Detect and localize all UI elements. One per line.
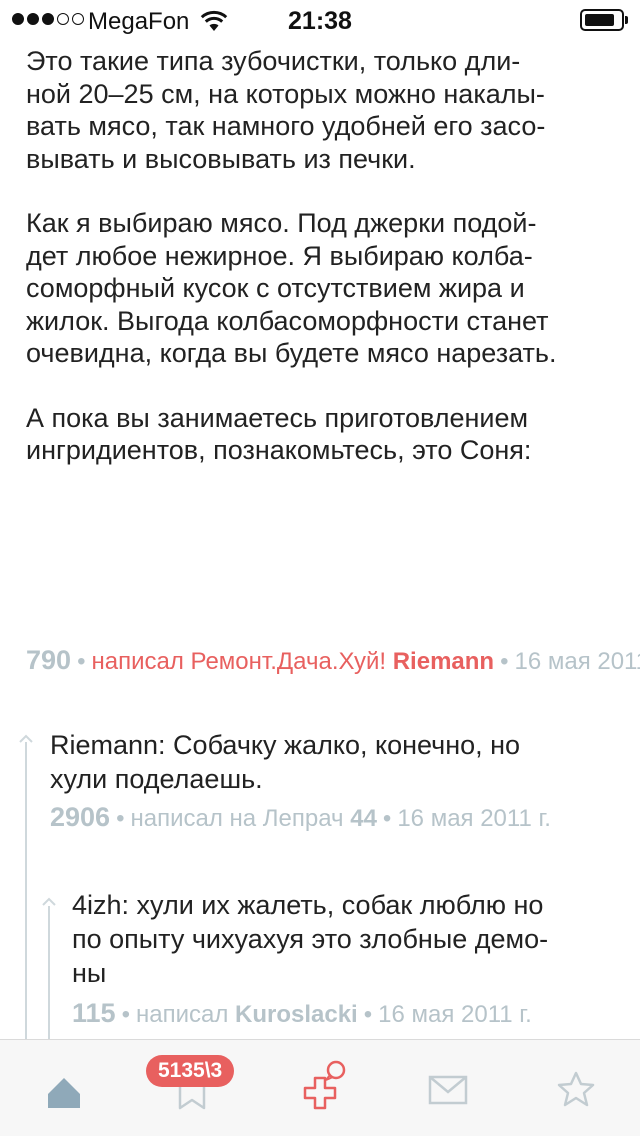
- text-line: ны: [72, 958, 107, 988]
- post-paragraph: Как я выбираю мясо. Под джерки подой- де…: [26, 207, 626, 370]
- text-line: ингридиентов, познакомьтесь, это Соня:: [26, 435, 532, 465]
- comment-author-karma[interactable]: 44: [350, 805, 377, 832]
- status-bar: MegaFon 21:38: [0, 0, 640, 40]
- post-rating[interactable]: 790: [26, 645, 71, 675]
- comment-thread-line: [25, 742, 27, 1042]
- separator: •: [77, 648, 86, 675]
- add-post-icon: [303, 1060, 346, 1110]
- comment-date: 16 мая 2011 г.: [378, 1001, 532, 1028]
- text-line: ной 20–25 см, на которых можно накалы-: [26, 78, 545, 109]
- home-icon: [48, 1078, 80, 1108]
- tab-favorites[interactable]: [512, 1040, 640, 1136]
- comment-meta: 115 • написал Kuroslacki • 16 мая 2011 г.: [72, 998, 532, 1029]
- parent-comment-arrow-icon[interactable]: [42, 896, 56, 910]
- comment-text: 4izh: хули их жалеть, собак люблю но по …: [72, 888, 548, 990]
- tab-bar: [0, 1039, 640, 1136]
- text-line: Это такие типа зубочистки, только дли-: [26, 46, 521, 76]
- star-icon: [557, 1071, 595, 1107]
- battery-level: [585, 14, 614, 26]
- battery-cap: [625, 16, 628, 24]
- comment-date: 16 мая 2011 г.: [397, 805, 551, 832]
- comment-rating[interactable]: 115: [72, 998, 116, 1028]
- text-line: 4izh: хули их жалеть, собак люблю но: [72, 890, 544, 920]
- post-paragraph: Это такие типа зубочистки, только дли- н…: [26, 45, 626, 175]
- clock: 21:38: [288, 7, 352, 35]
- comment-text: Riemann: Собачку жалко, конечно, но хули…: [50, 728, 520, 796]
- separator: •: [363, 1001, 373, 1028]
- tab-home[interactable]: [0, 1040, 128, 1136]
- text-line: Riemann: Собачку жалко, конечно, но: [50, 730, 521, 760]
- text-line: очевидна, когда вы будете мясо нарезать.: [26, 338, 557, 368]
- separator: •: [382, 805, 392, 832]
- comment-rating[interactable]: 2906: [50, 802, 110, 832]
- text-line: вать мясо, так намного удобней его засо-: [26, 111, 546, 141]
- tab-add-post[interactable]: [256, 1040, 384, 1136]
- separator: •: [500, 648, 509, 675]
- comment-thread-line: [48, 906, 50, 1042]
- separator: •: [121, 1001, 130, 1028]
- mail-icon: [428, 1075, 468, 1105]
- post-paragraph: А пока вы занимаетесь приготовлением инг…: [26, 402, 626, 467]
- text-line: соморфный кусок с отсутствием жира и: [26, 273, 525, 303]
- comment-author-link[interactable]: Kuroslacki: [235, 1001, 358, 1028]
- post-body: Это такие типа зубочистки, только дли- н…: [26, 45, 626, 499]
- comment-meta: 2906 • написал на Лепрач 44 • 16 мая 2011 г.: [50, 802, 551, 833]
- text-line: дет любое нежирное. Я выбираю колба-: [26, 240, 533, 271]
- text-line: хули поделаешь.: [50, 764, 263, 794]
- text-line: Как я выбираю мясо. Под джерки подой-: [26, 208, 537, 238]
- text-line: вывать и высовывать из печки.: [26, 143, 416, 174]
- tab-mail[interactable]: [384, 1040, 512, 1136]
- separator: •: [116, 805, 125, 832]
- text-line: жилок. Выгода колбасоморфности станет: [26, 305, 549, 336]
- battery-icon: [580, 9, 624, 31]
- post-date: 16 мая 2011 г.: [514, 648, 640, 675]
- post-meta: 790 • написал Ремонт.Дача.Хуй! Riemann • 16 …: [26, 645, 640, 676]
- screen: MegaFon 21:38 Это такие типа зубочистки,…: [0, 0, 640, 1136]
- post-author-link[interactable]: Riemann: [393, 648, 494, 675]
- comment-author-label: написал: [135, 1001, 229, 1028]
- comment-author-label: написал на Лепрач: [130, 805, 344, 832]
- parent-comment-arrow-icon[interactable]: [19, 733, 33, 747]
- text-line: по опыту чихуахуя это злобные демо-: [72, 924, 549, 954]
- unread-count-badge[interactable]: 5135\3: [146, 1055, 235, 1087]
- text-line: А пока вы занимаетесь приготовлением: [26, 402, 529, 433]
- post-domain-link[interactable]: написал Ремонт.Дача.Хуй!: [91, 648, 386, 675]
